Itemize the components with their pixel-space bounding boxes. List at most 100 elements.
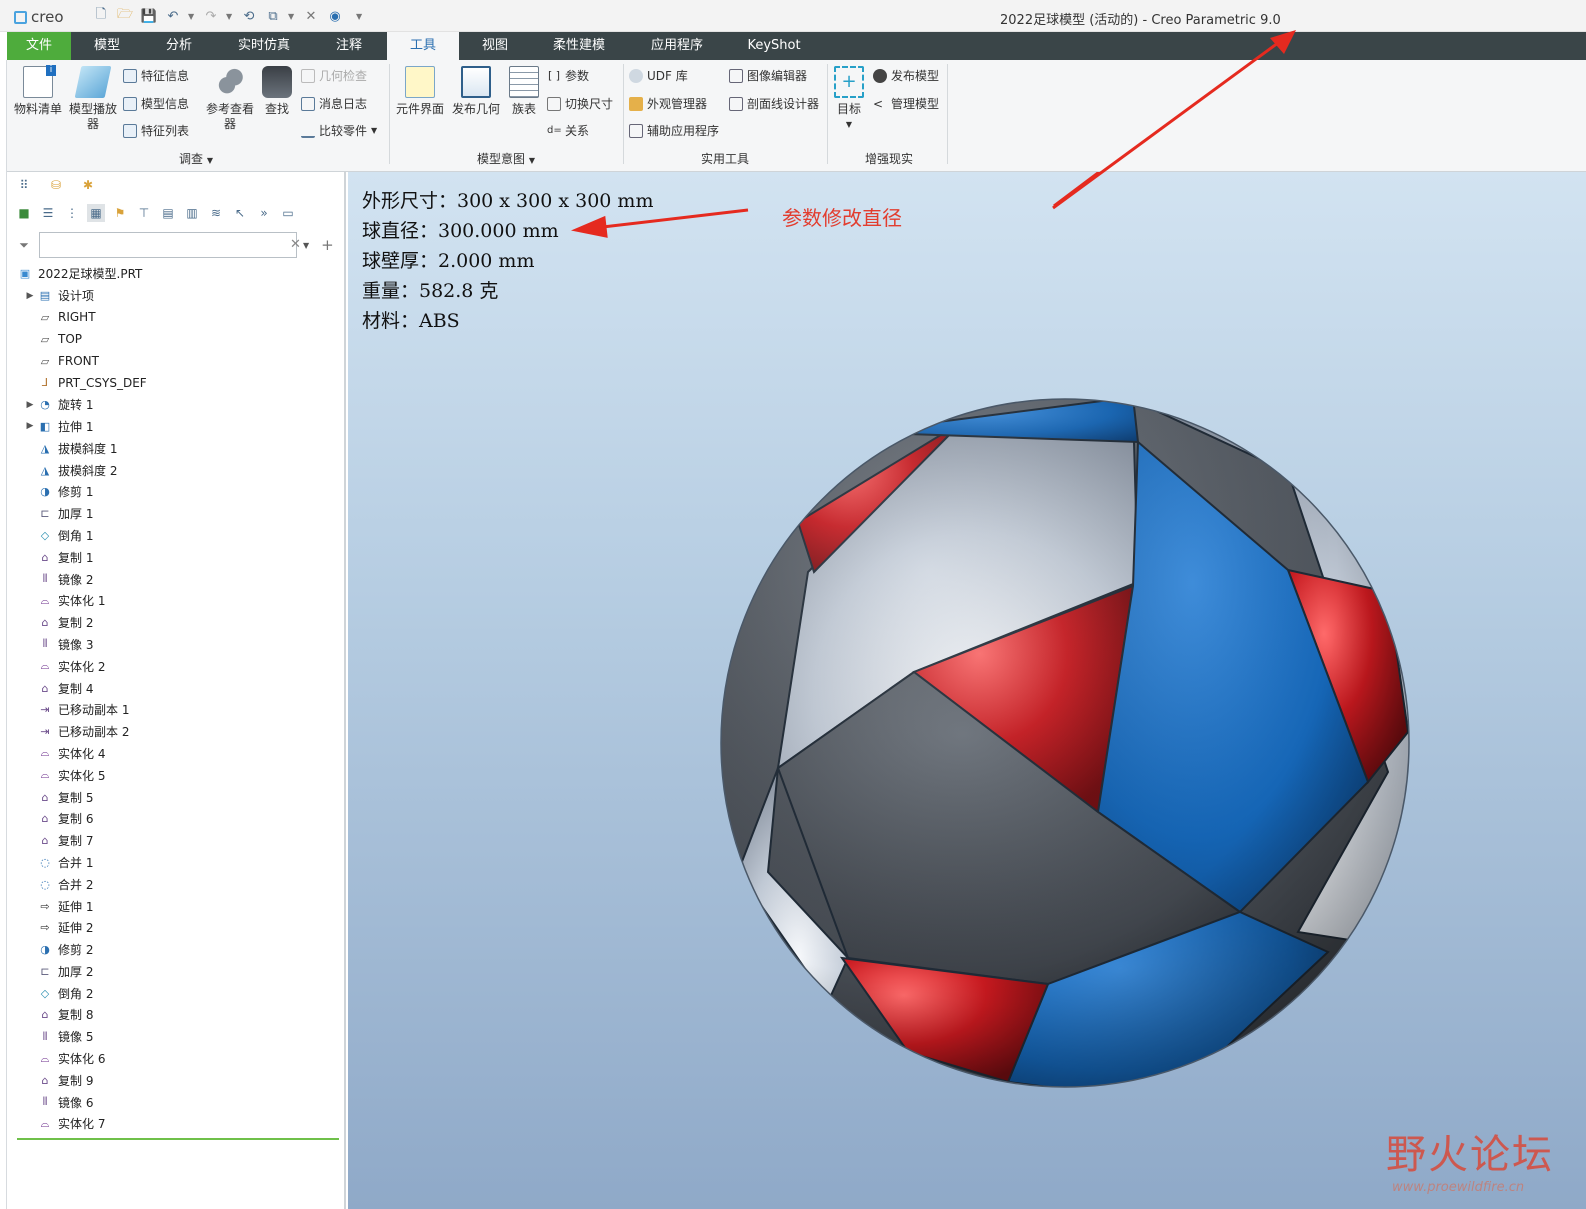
expand-arrow-icon[interactable]: ▶	[23, 400, 37, 410]
feature-list-button[interactable]: 特征列表	[123, 122, 189, 139]
component-interface-button[interactable]: 元件界面	[393, 66, 447, 117]
graphics-window[interactable]: 外形尺寸：300 x 300 x 300 mm 球直径：300.000 mm 球…	[348, 172, 1586, 1209]
tree-item[interactable]: ⌂ 复制 6	[17, 808, 342, 830]
windows-dropdown-icon[interactable]: ▼	[288, 12, 296, 21]
xsection-designer-button[interactable]: 剖面线设计器	[729, 95, 819, 112]
publish-geometry-button[interactable]: 发布几何	[449, 66, 503, 117]
investigate-group-label[interactable]: 调查 ▼	[179, 150, 213, 167]
add-filter-icon[interactable]: +	[321, 236, 334, 254]
tab-live-simulation[interactable]: 实时仿真	[219, 32, 309, 60]
image-editor-button[interactable]: 图像编辑器	[729, 67, 807, 84]
tree-item[interactable]: ⌂ 复制 1	[17, 546, 342, 568]
new-file-icon[interactable]: 🗋	[92, 7, 110, 25]
tree-item[interactable]: ⇨ 延伸 1	[17, 895, 342, 917]
tree-item[interactable]: ⌓ 实体化 6	[17, 1048, 342, 1070]
manage-model-button[interactable]: < 管理模型	[873, 95, 939, 112]
tree-item[interactable]: ⌓ 实体化 4	[17, 743, 342, 765]
tree-filter-icon[interactable]: ⋮	[63, 204, 81, 222]
tab-flexible-modeling[interactable]: 柔性建模	[535, 32, 623, 60]
tree-item[interactable]: ▶ ▤ 设计项	[17, 285, 342, 307]
filter-icon[interactable]: ⏷	[15, 236, 33, 254]
tree-item[interactable]: ▶ ◧ 拉伸 1	[17, 416, 342, 438]
compare-part-button[interactable]: 比较零件 ▼	[301, 122, 377, 139]
tree-item[interactable]: ⇨ 延伸 2	[17, 917, 342, 939]
tree-item[interactable]: ◇ 倒角 2	[17, 982, 342, 1004]
tree-item[interactable]: ⇥ 已移动副本 2	[17, 721, 342, 743]
search-input[interactable]	[39, 232, 297, 258]
tree-item[interactable]: ⫴ 镜像 2	[17, 568, 342, 590]
clear-search-icon[interactable]: ✕	[290, 237, 301, 252]
tab-annotate[interactable]: 注释	[313, 32, 385, 60]
message-log-button[interactable]: 消息日志	[301, 95, 367, 112]
bom-button[interactable]: i 物料清单	[11, 65, 65, 117]
feature-info-button[interactable]: 特征信息	[123, 67, 189, 84]
tree-columns-icon[interactable]: ☰	[39, 204, 57, 222]
tree-item[interactable]: ⌓ 实体化 2	[17, 655, 342, 677]
tree-item[interactable]: ▱ FRONT	[17, 350, 342, 372]
tree-item[interactable]: ⌂ 复制 4	[17, 677, 342, 699]
tree-item[interactable]: ⌓ 实体化 7	[17, 1113, 342, 1135]
tree-item[interactable]: ⅃ PRT_CSYS_DEF	[17, 372, 342, 394]
redo-icon[interactable]: ↷	[202, 7, 220, 25]
close-window-icon[interactable]: ✕	[302, 7, 320, 25]
tab-view[interactable]: 视图	[459, 32, 531, 60]
tree-item[interactable]: ⌂ 复制 7	[17, 830, 342, 852]
model-info-button[interactable]: 模型信息	[123, 95, 189, 112]
publish-model-button[interactable]: 发布模型	[873, 67, 939, 84]
udf-library-button[interactable]: UDF 库	[629, 67, 688, 84]
customize-toolbar-icon[interactable]: ▼	[356, 12, 364, 21]
tree-item[interactable]: ⇥ 已移动副本 1	[17, 699, 342, 721]
more-icon[interactable]: »	[255, 204, 273, 222]
tab-analysis[interactable]: 分析	[145, 32, 213, 60]
select-icon[interactable]: ↖	[231, 204, 249, 222]
tree-item[interactable]: ◑ 修剪 1	[17, 481, 342, 503]
tree-item[interactable]: ⌂ 复制 8	[17, 1004, 342, 1026]
model-tree-tab-icon[interactable]: ⠿	[15, 176, 33, 194]
undo-dropdown-icon[interactable]: ▼	[188, 12, 196, 21]
keyshot-icon[interactable]: ◉	[326, 7, 344, 25]
open-folder-icon[interactable]: 🗁	[116, 7, 134, 25]
tab-tools[interactable]: 工具	[387, 32, 459, 60]
tree-item[interactable]: ◌ 合并 2	[17, 873, 342, 895]
bookmark-icon[interactable]: ⚑	[111, 204, 129, 222]
tree-item[interactable]: ◌ 合并 1	[17, 852, 342, 874]
tree-item[interactable]: ⊏ 加厚 1	[17, 503, 342, 525]
feature-view-icon[interactable]: ▥	[183, 204, 201, 222]
tree-item[interactable]: ▱ RIGHT	[17, 307, 342, 329]
folder-browser-tab-icon[interactable]: ⛁	[47, 176, 65, 194]
show-icon[interactable]: ■	[15, 204, 33, 222]
tree-item[interactable]: ⊏ 加厚 2	[17, 961, 342, 983]
family-table-button[interactable]: 族表	[505, 66, 543, 117]
tab-file[interactable]: 文件	[7, 32, 71, 60]
search-dropdown-icon[interactable]: ▼	[303, 241, 309, 250]
tree-item[interactable]: ⌂ 复制 2	[17, 612, 342, 634]
switch-dimensions-button[interactable]: 切换尺寸	[547, 95, 613, 112]
tree-item[interactable]: ▶ ◔ 旋转 1	[17, 394, 342, 416]
tree-item[interactable]: ⌓ 实体化 5	[17, 764, 342, 786]
tree-item[interactable]: ▣ 2022足球模型.PRT	[17, 263, 342, 285]
tree-item[interactable]: ◮ 拔模斜度 2	[17, 459, 342, 481]
tree-settings-icon[interactable]: ⊤	[135, 204, 153, 222]
windows-icon[interactable]: ⧉	[264, 7, 282, 25]
parameters-button[interactable]: [ ] 参数	[547, 67, 589, 84]
target-button[interactable]: + 目标 ▼	[831, 66, 867, 132]
tree-item[interactable]: ⌂ 复制 9	[17, 1069, 342, 1091]
auxiliary-applications-button[interactable]: 辅助应用程序	[629, 122, 719, 139]
regenerate-icon[interactable]: ⟲	[240, 7, 258, 25]
tree-item[interactable]: ▱ TOP	[17, 328, 342, 350]
reference-viewer-button[interactable]: 参考查看 器	[203, 66, 257, 132]
tab-keyshot[interactable]: KeyShot	[729, 32, 819, 60]
undo-icon[interactable]: ↶	[164, 7, 182, 25]
tree-item[interactable]: ◑ 修剪 2	[17, 939, 342, 961]
tree-item[interactable]: ⌂ 复制 5	[17, 786, 342, 808]
tree-item[interactable]: ⫴ 镜像 6	[17, 1091, 342, 1113]
layer-table-icon[interactable]: ▤	[159, 204, 177, 222]
tree-item[interactable]: ⫴ 镜像 3	[17, 634, 342, 656]
tab-model[interactable]: 模型	[73, 32, 141, 60]
model-player-button[interactable]: 模型播放 器	[65, 66, 121, 132]
tree-item[interactable]: ⫴ 镜像 5	[17, 1026, 342, 1048]
expand-arrow-icon[interactable]: ▶	[23, 291, 37, 301]
tab-applications[interactable]: 应用程序	[629, 32, 725, 60]
geometry-check-button[interactable]: 几何检查	[301, 67, 367, 84]
save-icon[interactable]: 💾	[140, 7, 158, 25]
